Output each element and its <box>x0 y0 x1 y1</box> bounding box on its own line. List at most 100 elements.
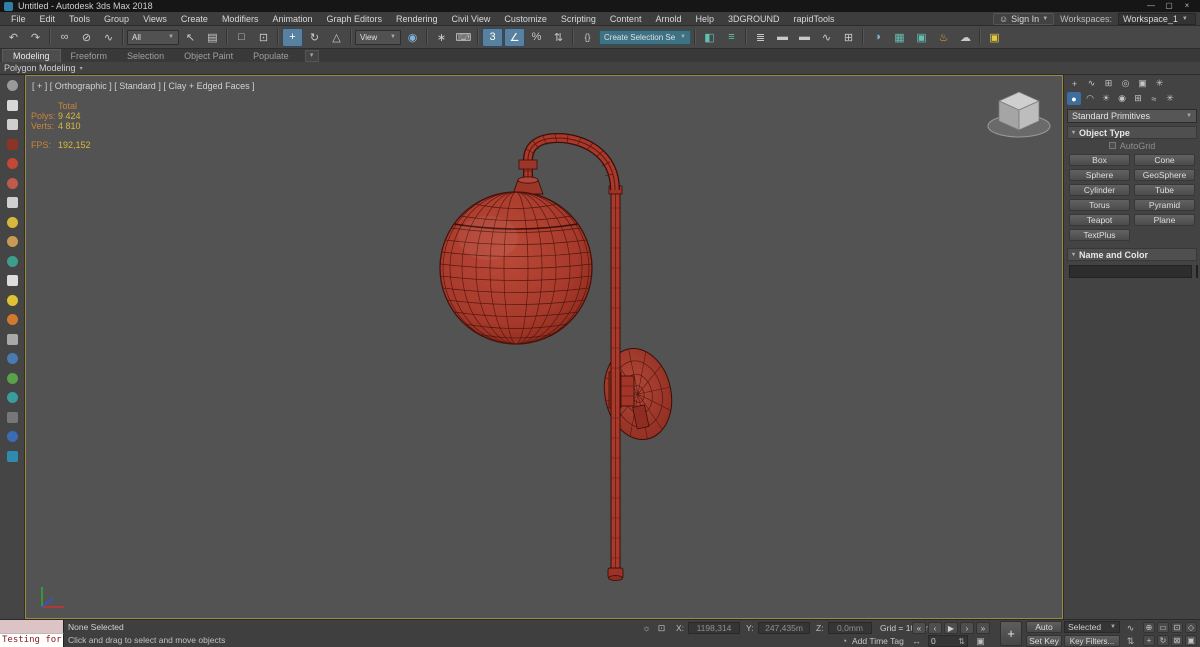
set-keys-button[interactable]: + <box>1000 621 1022 646</box>
menu-edit[interactable]: Edit <box>33 12 63 26</box>
lights-category-button[interactable]: ☀ <box>1099 92 1113 105</box>
left-tool-icon[interactable] <box>6 138 18 150</box>
rectangular-selection-region-button[interactable]: □ <box>231 28 252 47</box>
left-tool-icon[interactable] <box>6 431 18 442</box>
toggle-ribbon-button[interactable]: ▬ <box>794 28 815 47</box>
left-tool-icon[interactable] <box>6 275 18 286</box>
menu-3dground[interactable]: 3DGROUND <box>721 12 787 26</box>
zoom-button[interactable]: ⊕ <box>1143 622 1155 633</box>
field-of-view-button[interactable]: ◇ <box>1185 622 1197 633</box>
zoom-extents-button[interactable]: ⊡ <box>1171 622 1183 633</box>
geometry-category-button[interactable]: ● <box>1067 92 1081 105</box>
reference-coordinate-dropdown[interactable]: View ▼ <box>355 29 401 45</box>
key-mode-toggle[interactable]: ⇅ <box>1124 635 1137 647</box>
mini-curve-editor-toggle[interactable]: ∿ <box>1124 622 1137 634</box>
spinner-snap-toggle[interactable]: ⇅ <box>548 28 569 47</box>
select-object-button[interactable]: ↖ <box>180 28 201 47</box>
name-and-color-rollout[interactable]: ▾ Name and Color <box>1067 248 1197 261</box>
x-coordinate-field[interactable]: 1198,314 <box>688 622 740 634</box>
toggle-layer-explorer-button[interactable]: ▬ <box>772 28 793 47</box>
spinner-arrows-icon[interactable]: ⇅ <box>958 637 965 646</box>
primitive-sphere-button[interactable]: Sphere <box>1069 169 1130 181</box>
menu-customize[interactable]: Customize <box>497 12 554 26</box>
left-tool-icon[interactable] <box>6 119 18 130</box>
primitive-pyramid-button[interactable]: Pyramid <box>1134 199 1195 211</box>
time-configuration-icon[interactable]: ↔ <box>910 635 923 647</box>
z-coordinate-field[interactable]: 0,0mm <box>828 622 872 634</box>
view-cube[interactable] <box>982 82 1056 142</box>
menu-arnold[interactable]: Arnold <box>648 12 688 26</box>
go-to-start-button[interactable]: « <box>912 622 926 634</box>
workspace-dropdown[interactable]: Workspace_1 ▼ <box>1118 12 1196 25</box>
current-frame-spinner[interactable]: 0 ⇅ <box>928 635 968 647</box>
left-tool-icon[interactable] <box>6 450 18 462</box>
autogrid-checkbox[interactable] <box>1108 142 1116 149</box>
menu-tools[interactable]: Tools <box>62 12 97 26</box>
polygon-modeling-panel-label[interactable]: Polygon Modeling <box>4 63 76 73</box>
lamp-pole[interactable] <box>607 185 624 581</box>
add-time-tag[interactable]: Add Time Tag <box>852 636 904 646</box>
left-tool-icon[interactable] <box>6 177 18 189</box>
left-tool-icon[interactable] <box>6 236 18 247</box>
align-button[interactable]: ≡ <box>721 28 742 47</box>
menu-modifiers[interactable]: Modifiers <box>215 12 266 26</box>
rendered-frame-window-button[interactable]: ▣ <box>911 28 932 47</box>
left-tool-icon[interactable] <box>6 80 18 91</box>
primitive-teapot-button[interactable]: Teapot <box>1069 214 1130 226</box>
menu-group[interactable]: Group <box>97 12 136 26</box>
primitive-geosphere-button[interactable]: GeoSphere <box>1134 169 1195 181</box>
ribbon-minimize-toggle[interactable]: ▾ <box>304 50 319 62</box>
primitive-cone-button[interactable]: Cone <box>1134 154 1195 166</box>
primitive-cylinder-button[interactable]: Cylinder <box>1069 184 1130 196</box>
time-configuration-button[interactable]: ▣ <box>974 635 987 647</box>
select-by-name-button[interactable]: ▤ <box>202 28 223 47</box>
key-filters-button[interactable]: Key Filters... <box>1064 635 1120 647</box>
lamp-globe[interactable] <box>439 191 593 345</box>
menu-rapidtools[interactable]: rapidTools <box>787 12 842 26</box>
modify-tab[interactable]: ∿ <box>1084 77 1099 90</box>
object-name-input[interactable] <box>1069 265 1192 278</box>
left-tool-icon[interactable] <box>6 372 18 384</box>
material-editor-button[interactable]: ◑ <box>867 28 888 47</box>
viewport[interactable]: [ + ] [ Orthographic ] [ Standard ] [ Cl… <box>25 75 1063 619</box>
pan-view-button[interactable]: + <box>1143 635 1155 646</box>
maximize-button[interactable]: ▢ <box>1160 0 1178 12</box>
menu-scripting[interactable]: Scripting <box>554 12 603 26</box>
space-warps-category-button[interactable]: ≈ <box>1147 92 1161 105</box>
y-coordinate-field[interactable]: 247,435m <box>758 622 810 634</box>
menu-help[interactable]: Help <box>688 12 721 26</box>
left-tool-icon[interactable] <box>6 392 18 403</box>
menu-create[interactable]: Create <box>174 12 215 26</box>
next-frame-button[interactable]: › <box>960 622 974 634</box>
viewport-label[interactable]: [ + ] [ Orthographic ] [ Standard ] [ Cl… <box>32 81 255 91</box>
zoom-region-button[interactable]: ⊠ <box>1171 635 1183 646</box>
window-crossing-toggle[interactable]: ⊡ <box>253 28 274 47</box>
menu-rendering[interactable]: Rendering <box>389 12 445 26</box>
undo-button[interactable]: ↶ <box>3 28 24 47</box>
selection-lock-toggle[interactable]: ⊡ <box>655 622 668 634</box>
menu-graph-editors[interactable]: Graph Editors <box>319 12 389 26</box>
minimize-button[interactable]: — <box>1142 0 1160 12</box>
select-and-move-button[interactable]: + <box>282 27 303 47</box>
close-button[interactable]: × <box>1178 0 1196 12</box>
select-and-scale-button[interactable]: △ <box>326 28 347 47</box>
left-tool-icon[interactable] <box>6 99 18 111</box>
edit-named-selection-sets-button[interactable]: {} <box>577 28 598 47</box>
systems-category-button[interactable]: ✳ <box>1163 92 1177 105</box>
go-to-end-button[interactable]: » <box>976 622 990 634</box>
key-set-dropdown[interactable]: Selected ▼ <box>1064 621 1120 633</box>
left-tool-icon[interactable] <box>6 158 18 169</box>
render-setup-button[interactable]: ▦ <box>889 28 910 47</box>
utilities-tab[interactable]: ✳ <box>1152 77 1167 90</box>
render-production-button[interactable]: ♨ <box>933 28 954 47</box>
ribbon-tab-object-paint[interactable]: Object Paint <box>174 50 243 62</box>
toggle-scene-explorer-button[interactable]: ≣ <box>750 28 771 47</box>
percent-snap-toggle[interactable]: % <box>526 28 547 47</box>
left-tool-icon[interactable] <box>6 353 18 364</box>
hierarchy-tab[interactable]: ⊞ <box>1101 77 1116 90</box>
render-in-cloud-button[interactable]: ☁ <box>955 28 976 47</box>
helpers-category-button[interactable]: ⊞ <box>1131 92 1145 105</box>
schematic-view-button[interactable]: ⊞ <box>838 28 859 47</box>
primitive-textplus-button[interactable]: TextPlus <box>1069 229 1130 241</box>
shapes-category-button[interactable]: ◠ <box>1083 92 1097 105</box>
